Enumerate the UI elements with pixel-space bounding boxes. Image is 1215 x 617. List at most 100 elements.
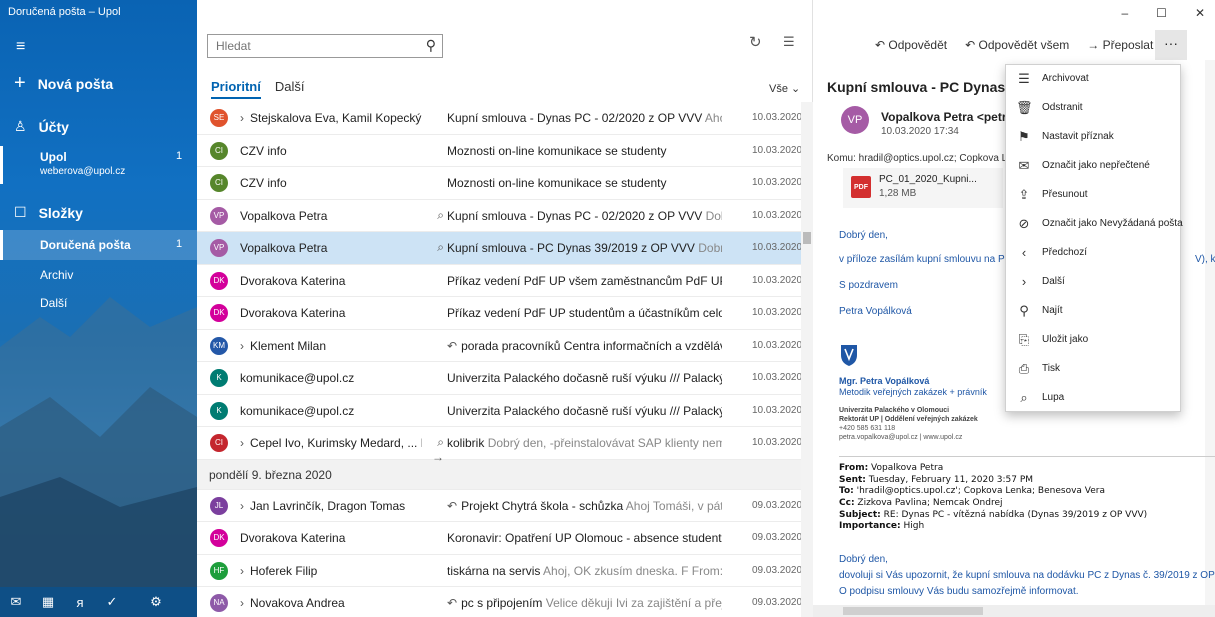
message-row[interactable]: KM › Klement Milan ↶ porada pracovníků Centr… <box>197 330 802 362</box>
avatar: KM <box>210 336 228 355</box>
sender-name: Dvorakova Katerina <box>240 273 346 288</box>
folder-icon: ☐ <box>14 204 27 220</box>
message-row[interactable]: DK Dvorakova Katerina Koronavir: Opatření … <box>197 522 802 555</box>
reading-scrollbar[interactable] <box>1205 60 1215 605</box>
sync-icon[interactable]: ↻ <box>749 33 762 51</box>
expand-chevron-icon[interactable]: › <box>240 339 244 353</box>
expand-chevron-icon[interactable]: › <box>240 436 244 450</box>
menu-item-print[interactable]: ⎙ Tisk <box>1006 355 1180 384</box>
inbox-tabs: Prioritní Další <box>211 79 304 99</box>
scroll-thumb[interactable] <box>843 607 983 615</box>
sender: komunikace@upol.cz <box>240 371 422 385</box>
subject-text: Kupní smlouva - Dynas PC - 02/2020 z OP … <box>447 111 703 125</box>
tab-priority[interactable]: Prioritní <box>211 79 261 99</box>
date: 09.03.2020 <box>752 499 803 511</box>
folders-header[interactable]: ☐ Složky <box>14 204 83 221</box>
people-icon[interactable]: ᴙ <box>64 595 96 610</box>
message-row[interactable]: DK Dvorakova Katerina Příkaz vedení PdF UP… <box>197 265 802 297</box>
folder-inbox[interactable]: Doručená pošta 1 <box>0 230 197 260</box>
message-row[interactable]: VP Vopalkova Petra ⌕ Kupní smlouva - PC Dyn… <box>197 232 803 265</box>
message-row[interactable]: CI CZV info Moznosti on-line komunikace se… <box>197 167 802 200</box>
reply-button[interactable]: ↶ Odpovědět <box>875 38 947 52</box>
message-row[interactable]: Kkomunikace@upol.cz Univerzita Palackého … <box>197 395 802 427</box>
more-actions-button[interactable]: ··· <box>1155 30 1187 60</box>
menu-item-label: Uložit jako <box>1042 334 1089 345</box>
subject: Kupní smlouva - Dynas PC - 02/2020 z OP … <box>447 111 722 125</box>
subject-text: Projekt Chytrá škola - schůzka <box>461 498 624 513</box>
menu-item-junk[interactable]: ⊘ Označit jako Nevyžádaná pošta <box>1006 210 1183 239</box>
message-row[interactable]: CI › Cepel Ivo, Kurimsky Medard, ... Ma ⌕ →… <box>197 427 803 464</box>
message-recipients: Komu: hradil@optics.upol.cz; Copkova L <box>827 153 1008 164</box>
expand-chevron-icon[interactable]: › <box>240 499 244 513</box>
new-mail-button[interactable]: + Nová pošta <box>14 72 113 95</box>
message-from[interactable]: Vopalkova Petra <petra.v <box>881 110 1023 124</box>
maximize-button[interactable]: ☐ <box>1156 6 1167 20</box>
forwarded-body: Dobrý den, dovoluji si Vás upozornit, že… <box>839 552 1215 600</box>
message-date: 10.03.2020 17:34 <box>881 126 959 137</box>
reply-all-button[interactable]: ↶ Odpovědět všem <box>965 38 1069 52</box>
selection-mode-icon[interactable]: ☰ <box>783 34 795 50</box>
date: 10.03.2020 <box>752 112 803 123</box>
date: 10.03.2020 <box>752 437 803 448</box>
expand-chevron-icon[interactable]: › <box>240 596 244 610</box>
menu-item-envelope[interactable]: ✉ Označit jako nepřečtené <box>1006 152 1180 181</box>
preview-text: Ahoj Kar <box>704 111 722 125</box>
calendar-icon[interactable]: ▦ <box>32 594 64 610</box>
close-button[interactable]: ✕ <box>1195 6 1205 20</box>
filter-dropdown[interactable]: Vše ⌄ <box>769 82 800 95</box>
menu-item-flag[interactable]: ⚑ Nastavit příznak <box>1006 123 1180 152</box>
message-row[interactable]: Kkomunikace@upol.cz Univerzita Palackého … <box>197 362 802 395</box>
forwarded-header: From: Vopalkova Petra Sent: Tuesday, Febr… <box>839 463 1147 533</box>
mail-icon[interactable]: ✉ <box>0 594 32 610</box>
settings-gear-icon[interactable]: ⚙ <box>140 594 172 610</box>
menu-item-zoom[interactable]: ⌕ Lupa <box>1006 384 1180 413</box>
sender-name: Vopalkova Petra <box>240 241 328 255</box>
message-row[interactable]: CI CZV info Moznosti on-line komunikace se… <box>197 135 802 167</box>
folder-more[interactable]: Další <box>0 288 197 318</box>
hamburger-menu-icon[interactable]: ≡ <box>16 38 25 56</box>
list-scrollbar[interactable] <box>801 102 813 617</box>
avatar: VP <box>210 206 228 225</box>
search-box[interactable]: ⚲ <box>207 34 443 58</box>
menu-item-search[interactable]: ⚲ Najít <box>1006 297 1180 326</box>
todo-icon[interactable]: ✓ <box>96 594 128 610</box>
folder-archive[interactable]: Archiv <box>0 260 197 290</box>
message-row[interactable]: DK Dvorakova Katerina Příkaz vedení PdF UP… <box>197 297 802 330</box>
org-line: Univerzita Palackého v Olomouci <box>839 407 950 414</box>
sender: › Klement Milan <box>240 339 422 353</box>
subject: Koronavir: Opatření UP Olomouc - absence… <box>447 531 722 545</box>
menu-item-archive[interactable]: ☰ Archivovat <box>1006 65 1180 94</box>
body-line: O podpisu smlouvy Vás budu samozřejmě in… <box>839 586 1079 597</box>
message-row[interactable]: HF › Hoferek Filip tiskárna na servis Ahoj,… <box>197 555 802 587</box>
minimize-button[interactable]: – <box>1121 6 1128 20</box>
subject: Kupní smlouva - Dynas PC - 02/2020 z OP … <box>447 209 722 223</box>
menu-item-chevron-right[interactable]: › Další <box>1006 268 1180 297</box>
scroll-thumb[interactable] <box>803 232 811 244</box>
sender-name: Vopalkova Petra <box>240 208 328 223</box>
message-row[interactable]: NA › Novakova Andrea ↶ pc s připojením Velic… <box>197 587 802 617</box>
attachment[interactable]: PDF PC_01_2020_Kupni... 1,28 MB <box>843 168 1003 208</box>
accounts-header[interactable]: ♙ Účty <box>14 118 69 135</box>
app-switcher-bar: ✉ ▦ ᴙ ✓ ⚙ <box>0 587 197 617</box>
message-row[interactable]: VP Vopalkova Petra ⌕ Kupní smlouva - Dynas … <box>197 200 802 232</box>
forward-button[interactable]: → Přeposlat <box>1087 38 1153 52</box>
tab-other[interactable]: Další <box>275 79 305 99</box>
body-line-tail: V), kte <box>1195 254 1215 265</box>
subject: Příkaz vedení PdF UP všem zaměstnancům P… <box>447 274 722 288</box>
expand-chevron-icon[interactable]: › <box>240 564 244 578</box>
account-upol[interactable]: Upol weberova@upol.cz 1 <box>0 142 197 186</box>
expand-chevron-icon[interactable]: › <box>240 111 244 125</box>
horizontal-scrollbar[interactable] <box>813 605 1215 617</box>
search-icon[interactable]: ⚲ <box>426 37 436 54</box>
menu-item-trash[interactable]: 🗑 Odstranit <box>1006 94 1180 123</box>
menu-item-move[interactable]: ⇪ Přesunout <box>1006 181 1180 210</box>
message-row[interactable]: JL › Jan Lavrinčík, Dragon Tomas ↶ Projekt C… <box>197 490 803 522</box>
subject-text: Koronavir: Opatření UP Olomouc - absence… <box>447 531 722 545</box>
menu-item-label: Odstranit <box>1042 102 1083 113</box>
menu-item-save[interactable]: ⎘ Uložit jako <box>1006 326 1180 355</box>
date: 10.03.2020 <box>752 242 803 253</box>
menu-item-chevron-left[interactable]: ‹ Předchozí <box>1006 239 1180 268</box>
sender: › Jan Lavrinčík, Dragon Tomas <box>240 499 422 513</box>
search-input[interactable] <box>208 35 408 57</box>
message-row[interactable]: SE › Stejskalova Eva, Kamil Kopecký Kupní s… <box>197 102 803 135</box>
